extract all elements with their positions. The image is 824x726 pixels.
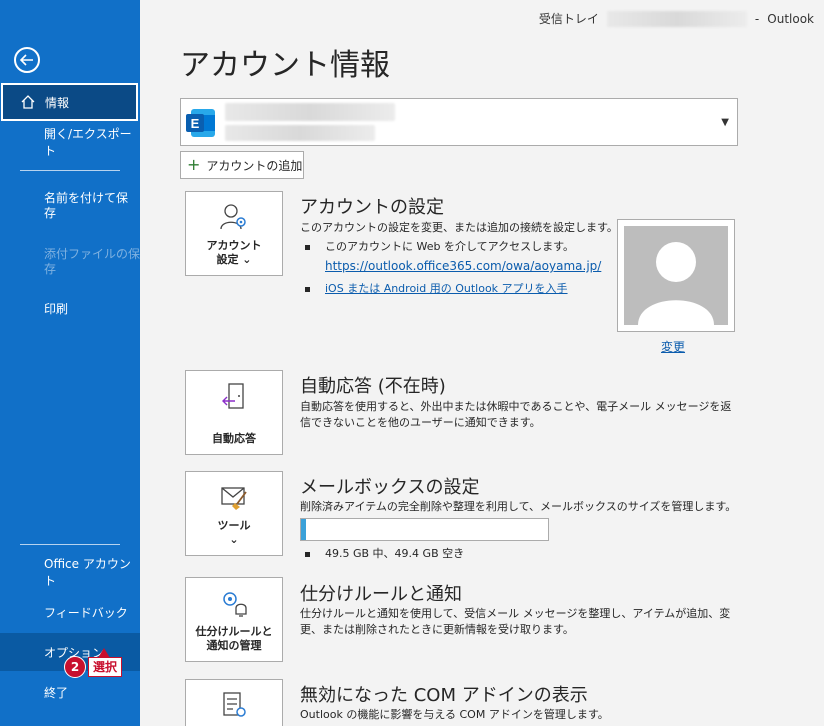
callout-number: 2: [64, 656, 86, 678]
account-settings-title: アカウントの設定: [300, 197, 444, 218]
mailbox-tile-label: ツール: [217, 519, 251, 532]
mailbox-desc: 削除済みアイテムの完全削除や整理を利用して、メールボックスのサイズを管理します。: [300, 500, 737, 513]
nav-info-label: 情報: [45, 95, 70, 110]
rules-title: 仕分けルールと通知: [300, 584, 462, 605]
nav-open-export-label: 開く/エクスポート: [44, 127, 132, 158]
com-addins-desc: Outlook の機能に影響を与える COM アドインを管理します。: [300, 708, 609, 721]
nav-divider: [20, 170, 120, 171]
step-callout: 2 選択: [64, 656, 123, 678]
nav-divider: [20, 544, 120, 545]
nav-feedback[interactable]: フィードバック: [0, 593, 140, 631]
nav-save-attachments-label: 添付ファイルの保 存: [44, 247, 141, 276]
svg-text:E: E: [191, 116, 200, 131]
home-icon: [21, 95, 35, 112]
mailbox-usage-text: 49.5 GB 中、49.4 GB 空き: [304, 547, 465, 560]
rules-tile-label: 仕分けルールと: [195, 625, 273, 638]
nav-open-export[interactable]: 開く/エクスポート: [0, 123, 140, 161]
title-app: Outlook: [767, 11, 814, 26]
nav-print[interactable]: 印刷: [0, 289, 140, 327]
nav-info[interactable]: 情報: [1, 83, 138, 121]
gear-bell-icon: [219, 588, 249, 622]
back-arrow-icon[interactable]: [14, 47, 40, 73]
nav-print-label: 印刷: [44, 301, 69, 316]
change-photo-link[interactable]: 変更: [661, 338, 685, 355]
owa-link[interactable]: https://outlook.office365.com/owa/aoyama…: [325, 259, 601, 273]
backstage-sidebar: 情報 開く/エクスポート 名前を付けて保 存 添付ファイルの保 存 印刷 Off…: [0, 0, 140, 726]
mailbox-usage-bar: [300, 518, 549, 541]
account-settings-tile[interactable]: アカウント 設定 ⌄: [185, 191, 283, 276]
mailbox-tools-tile[interactable]: ツール ⌄: [185, 471, 283, 556]
account-settings-tile-label-2: 設定 ⌄: [216, 253, 252, 266]
account-settings-desc: このアカウントの設定を変更、または追加の接続を設定します。: [300, 221, 618, 234]
addin-list-icon: [219, 690, 249, 724]
add-account-label: アカウントの追加: [206, 158, 303, 173]
profile-photo: [617, 219, 735, 332]
mailbox-title: メールボックスの設定: [300, 477, 480, 498]
user-gear-icon: [219, 202, 249, 236]
rules-alerts-tile[interactable]: 仕分けルールと 通知の管理: [185, 577, 283, 662]
nav-exit[interactable]: 終了: [0, 673, 140, 711]
com-addins-tile[interactable]: [185, 679, 283, 726]
bullet-web-access: このアカウントに Web を介してアクセスします。: [305, 240, 574, 253]
nav-save-as-label: 名前を付けて保 存: [44, 191, 129, 220]
window-title: 受信トレイ - Outlook: [539, 10, 814, 27]
nav-exit-label: 終了: [44, 685, 69, 700]
auto-reply-tile[interactable]: 自動応答: [185, 370, 283, 455]
rules-tile-label-2: 通知の管理: [206, 639, 262, 652]
dropdown-caret-icon: ▼: [721, 117, 729, 128]
redacted-email: [606, 10, 747, 27]
mobile-app-link[interactable]: iOS または Android 用の Outlook アプリを入手: [305, 281, 568, 297]
door-arrow-icon: [219, 381, 249, 415]
callout-label: 選択: [88, 657, 123, 677]
nav-feedback-label: フィードバック: [44, 605, 128, 620]
nav-office-account[interactable]: Office アカウント: [0, 553, 140, 591]
mailbox-usage-fill: [301, 519, 306, 540]
redacted-account-email: [225, 125, 375, 141]
auto-reply-tile-label: 自動応答: [212, 432, 256, 445]
nav-save-attachments: 添付ファイルの保 存: [0, 242, 140, 282]
page-title: アカウント情報: [180, 48, 390, 83]
nav-save-as[interactable]: 名前を付けて保 存: [0, 186, 140, 226]
title-separator: -: [754, 11, 760, 26]
account-selector[interactable]: E ▼: [180, 98, 738, 146]
mailbox-broom-icon: [219, 482, 249, 516]
auto-reply-title: 自動応答 (不在時): [300, 376, 446, 397]
title-folder: 受信トレイ: [538, 12, 599, 26]
nav-office-account-label: Office アカウント: [44, 557, 131, 588]
exchange-logo-icon: E: [185, 107, 217, 139]
rules-desc: 仕分けルールと通知を使用して、受信メール メッセージを整理し、アイテムが追加、変…: [300, 607, 731, 636]
person-silhouette-icon: [624, 226, 728, 325]
add-account-button[interactable]: + アカウントの追加: [180, 151, 304, 179]
mailbox-tile-caret: ⌄: [229, 533, 239, 546]
redacted-account-name: [225, 103, 395, 121]
account-settings-tile-label: アカウント: [206, 239, 262, 252]
plus-icon: +: [187, 155, 201, 174]
auto-reply-desc: 自動応答を使用すると、外出中または休暇中であることや、電子メール メッセージを返…: [300, 400, 732, 429]
com-addins-title: 無効になった COM アドインの表示: [300, 685, 588, 706]
